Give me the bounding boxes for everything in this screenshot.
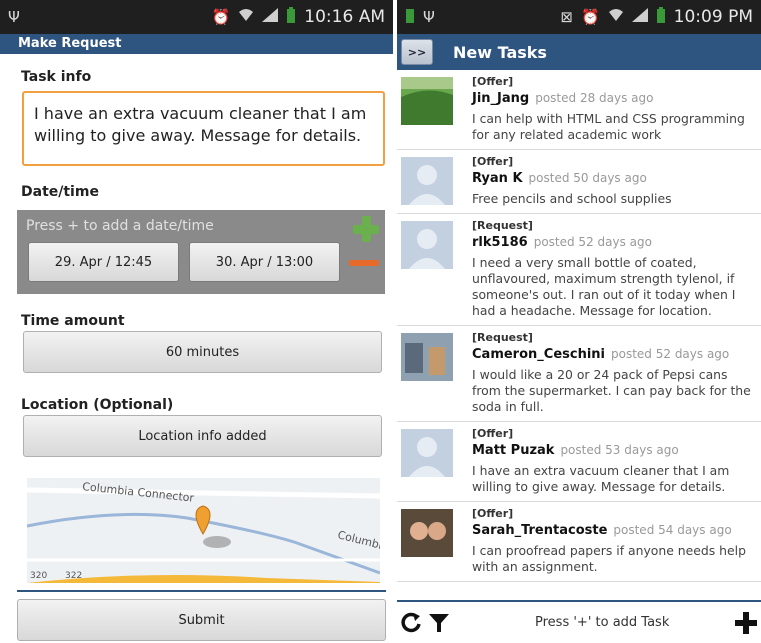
task-body: Free pencils and school supplies bbox=[472, 191, 672, 206]
task-info-label: Task info bbox=[21, 69, 92, 85]
task-posted: posted 54 days ago bbox=[613, 523, 732, 537]
location-label: Location (Optional) bbox=[21, 397, 174, 413]
mute-icon: ⊠ bbox=[560, 8, 573, 26]
list-item[interactable]: [Offer] Jin_Jang posted 28 days ago I can… bbox=[397, 70, 761, 150]
list-item[interactable]: [Offer] Sarah_Trentacoste posted 54 days … bbox=[397, 502, 761, 582]
location-button[interactable]: Location info added bbox=[23, 415, 382, 457]
divider bbox=[17, 590, 386, 592]
page-title: New Tasks bbox=[453, 42, 547, 62]
task-user: Jin_Jang bbox=[472, 91, 530, 106]
app-bar: >> New Tasks bbox=[397, 34, 761, 70]
task-type: [Offer] bbox=[472, 155, 514, 168]
task-user: Matt Puzak bbox=[472, 443, 555, 458]
time-amount-button[interactable]: 60 minutes bbox=[23, 331, 382, 373]
task-body: I would like a 20 or 24 pack of Pepsi ca… bbox=[472, 367, 751, 414]
map-label-320: 320 bbox=[30, 571, 47, 581]
status-bar: Ψ ⏰ 10:16 AM bbox=[0, 0, 393, 34]
time-amount-label: Time amount bbox=[21, 313, 125, 329]
task-body: I need a very small bottle of coated, un… bbox=[472, 255, 736, 318]
refresh-icon[interactable] bbox=[397, 609, 425, 637]
page-title: Make Request bbox=[0, 34, 393, 54]
alarm-icon: ⏰ bbox=[211, 8, 231, 26]
wifi-icon bbox=[608, 8, 624, 26]
task-type: [Offer] bbox=[472, 75, 514, 88]
list-item[interactable]: [Offer] Ryan K posted 50 days ago Free pe… bbox=[397, 150, 761, 214]
task-user: rlk5186 bbox=[472, 235, 528, 250]
task-posted: posted 28 days ago bbox=[535, 91, 654, 105]
task-body: I have an extra vacuum cleaner that I am… bbox=[472, 463, 730, 494]
task-type: [Request] bbox=[472, 331, 533, 344]
battery-icon bbox=[286, 7, 296, 27]
wifi-icon bbox=[238, 8, 254, 26]
datetime-panel: Press + to add a date/time 29. Apr / 12:… bbox=[17, 210, 385, 294]
task-type: [Offer] bbox=[472, 507, 514, 520]
bottom-bar: Press '+' to add Task bbox=[397, 600, 761, 643]
avatar bbox=[401, 333, 453, 381]
add-datetime-icon[interactable] bbox=[353, 216, 379, 242]
avatar bbox=[401, 509, 453, 557]
menu-toggle-button[interactable]: >> bbox=[401, 39, 433, 65]
task-posted: posted 53 days ago bbox=[560, 443, 679, 457]
submit-button[interactable]: Submit bbox=[17, 599, 386, 641]
map-label-columbia: Columbia bbox=[336, 528, 380, 553]
datetime-slot-2[interactable]: 30. Apr / 13:00 bbox=[189, 242, 340, 282]
task-list: [Offer] Jin_Jang posted 28 days ago I can… bbox=[397, 70, 761, 582]
new-tasks-screen: Ψ ⊠ ⏰ 10:09 PM >> New Tasks [Offer] Jin_… bbox=[397, 0, 761, 643]
usb-icon: Ψ bbox=[423, 8, 435, 26]
list-item[interactable]: [Offer] Matt Puzak posted 53 days ago I h… bbox=[397, 422, 761, 502]
avatar bbox=[401, 77, 453, 125]
task-posted: posted 52 days ago bbox=[533, 235, 652, 249]
usb-icon: Ψ bbox=[8, 8, 20, 26]
avatar bbox=[401, 221, 453, 269]
add-task-icon[interactable] bbox=[735, 612, 757, 634]
task-body: I can help with HTML and CSS programming… bbox=[472, 111, 745, 142]
status-time: 10:09 PM bbox=[673, 7, 753, 27]
list-item[interactable]: [Request] Cameron_Ceschini posted 52 days… bbox=[397, 326, 761, 422]
task-user: Ryan K bbox=[472, 171, 523, 186]
task-body: I can proofread papers if anyone needs h… bbox=[472, 543, 746, 574]
status-time: 10:16 AM bbox=[304, 7, 385, 27]
task-type: [Offer] bbox=[472, 427, 514, 440]
datetime-hint: Press + to add a date/time bbox=[26, 218, 214, 234]
battery-status-icon bbox=[405, 7, 415, 27]
datetime-label: Date/time bbox=[21, 184, 99, 200]
add-task-hint: Press '+' to add Task bbox=[535, 615, 670, 630]
avatar bbox=[401, 157, 453, 205]
battery-icon bbox=[656, 7, 666, 27]
task-type: [Request] bbox=[472, 219, 533, 232]
task-user: Cameron_Ceschini bbox=[472, 347, 605, 362]
map-label-322: 322 bbox=[65, 571, 82, 581]
task-info-field[interactable]: I have an extra vacuum cleaner that I am… bbox=[22, 91, 385, 166]
task-posted: posted 50 days ago bbox=[528, 171, 647, 185]
remove-datetime-icon[interactable] bbox=[349, 260, 379, 266]
list-item[interactable]: [Request] rlk5186 posted 52 days ago I ne… bbox=[397, 214, 761, 326]
task-user: Sarah_Trentacoste bbox=[472, 523, 608, 538]
datetime-slot-1[interactable]: 29. Apr / 12:45 bbox=[28, 242, 179, 282]
alarm-icon: ⏰ bbox=[580, 8, 600, 26]
map-label-connector: Columbia Connector bbox=[82, 480, 195, 505]
task-posted: posted 52 days ago bbox=[611, 347, 730, 361]
filter-icon[interactable] bbox=[425, 609, 453, 637]
signal-icon bbox=[262, 8, 279, 26]
status-bar: Ψ ⊠ ⏰ 10:09 PM bbox=[397, 0, 761, 34]
make-request-screen: Ψ ⏰ 10:16 AM Make Request Task info I ha… bbox=[0, 0, 393, 643]
location-map[interactable]: Columbia Connector Columbia 320 322 bbox=[27, 478, 380, 583]
avatar bbox=[401, 429, 453, 477]
signal-icon bbox=[631, 8, 648, 26]
